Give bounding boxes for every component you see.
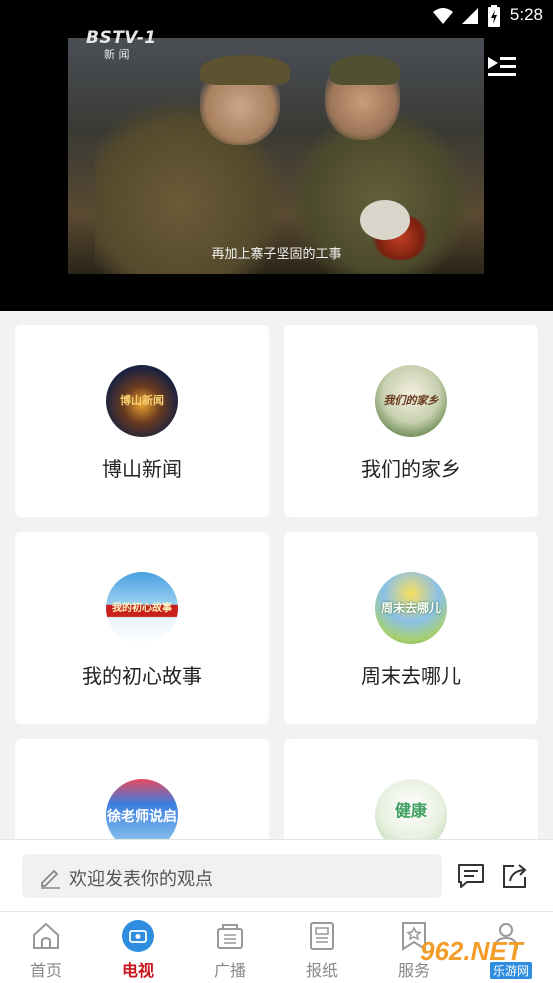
status-bar: 5:28 bbox=[0, 0, 553, 32]
signal-icon bbox=[462, 8, 478, 24]
nav-label: 广播 bbox=[213, 961, 246, 980]
program-icon: 健康 bbox=[375, 779, 447, 839]
wifi-icon bbox=[433, 8, 453, 24]
nav-item-newspaper[interactable]: 报纸 bbox=[276, 912, 368, 983]
program-icon-text: 我们的家乡 bbox=[383, 394, 439, 407]
comment-bar: 欢迎发表你的观点 bbox=[0, 839, 553, 911]
video-scene-cap-left bbox=[200, 55, 290, 85]
battery-icon bbox=[488, 5, 500, 27]
program-icon: 我们的家乡 bbox=[375, 365, 447, 437]
program-icon-text: 我的初心故事 bbox=[112, 603, 172, 614]
comment-input[interactable]: 欢迎发表你的观点 bbox=[22, 854, 442, 898]
nav-label: 电视 bbox=[121, 961, 154, 980]
video-player[interactable]: BSTV-1 新 闻 再加上寨子坚固的工事 5:28 bbox=[0, 0, 553, 311]
program-card-original-heart-story[interactable]: 我的初心故事 我的初心故事 bbox=[15, 532, 269, 724]
program-grid[interactable]: 博山新闻 博山新闻 我们的家乡 我们的家乡 我的初心故事 我的初心故事 周末去哪… bbox=[0, 311, 553, 839]
program-icon-text: 徐老师说启 bbox=[107, 809, 177, 825]
program-title: 我的初心故事 bbox=[82, 664, 202, 688]
program-icon-text: 周末去哪儿 bbox=[380, 601, 441, 615]
program-card-hometown[interactable]: 我们的家乡 我们的家乡 bbox=[284, 325, 538, 517]
program-icon: 徐老师说启 bbox=[106, 779, 178, 839]
program-icon-text: 健康 bbox=[394, 801, 427, 820]
program-title: 我们的家乡 bbox=[361, 457, 461, 481]
program-card-weekend-where[interactable]: 周末去哪儿 周末去哪儿 bbox=[284, 532, 538, 724]
newspaper-icon bbox=[310, 922, 334, 950]
watermark-sub: 乐游网 bbox=[490, 962, 533, 979]
program-title: 周末去哪儿 bbox=[361, 664, 461, 688]
comment-placeholder: 欢迎发表你的观点 bbox=[69, 869, 213, 890]
program-card-teacher-xu[interactable]: 徐老师说启 bbox=[15, 739, 269, 839]
nav-item-home[interactable]: 首页 bbox=[0, 912, 92, 983]
nav-label: 报纸 bbox=[305, 961, 338, 980]
video-subtitle: 再加上寨子坚固的工事 bbox=[211, 247, 342, 262]
program-card-boshan-news[interactable]: 博山新闻 博山新闻 bbox=[15, 325, 269, 517]
home-icon bbox=[33, 922, 59, 949]
program-card-health[interactable]: 健康 bbox=[284, 739, 538, 839]
program-icon-text: 博山新闻 bbox=[120, 394, 164, 407]
status-time: 5:28 bbox=[509, 5, 543, 24]
radio-icon bbox=[217, 924, 243, 949]
program-icon: 周末去哪儿 bbox=[375, 572, 447, 644]
share-icon bbox=[503, 864, 527, 888]
playlist-icon bbox=[488, 57, 516, 76]
share-button[interactable] bbox=[500, 862, 530, 894]
video-scene-cap-right bbox=[330, 55, 400, 85]
pencil-icon bbox=[41, 869, 60, 889]
tv-icon bbox=[122, 920, 154, 952]
comments-button[interactable] bbox=[456, 862, 486, 894]
video-scene-teapot bbox=[360, 200, 410, 240]
program-icon: 博山新闻 bbox=[106, 365, 178, 437]
nav-item-radio[interactable]: 广播 bbox=[184, 912, 276, 983]
watermark: 962.NET 乐游网 bbox=[420, 936, 550, 980]
playlist-button[interactable] bbox=[486, 54, 518, 80]
channel-sub: 新 闻 bbox=[104, 48, 130, 61]
program-title: 博山新闻 bbox=[102, 457, 182, 481]
comments-icon bbox=[458, 864, 484, 888]
nav-item-tv[interactable]: 电视 bbox=[92, 912, 184, 983]
program-icon: 我的初心故事 bbox=[106, 572, 178, 644]
nav-label: 首页 bbox=[29, 961, 62, 980]
